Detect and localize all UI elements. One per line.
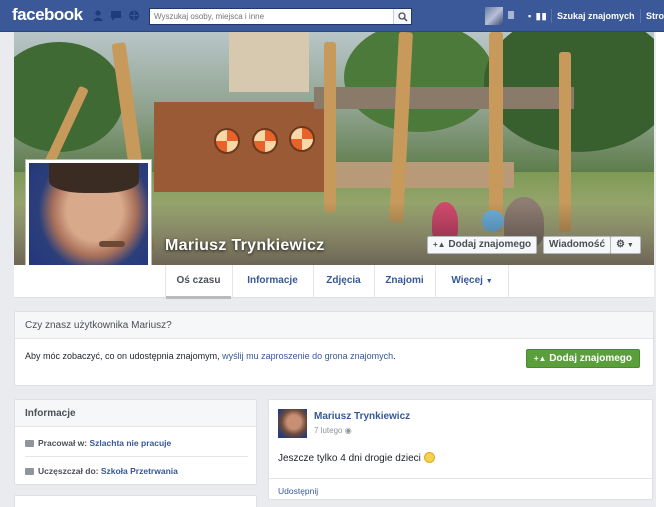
divider — [551, 9, 552, 23]
work-place-link[interactable]: Szlachta nie pracuje — [90, 438, 172, 448]
send-invite-link[interactable]: wyślij mu zaproszenie do grona znajomych — [222, 351, 393, 361]
add-friend-green-label: Dodaj znajomego — [549, 353, 632, 364]
gear-icon: ⚙ — [616, 239, 625, 250]
post-timestamp[interactable]: 7 lutego ◉ — [314, 426, 352, 435]
friend-suggestion-card: Czy znasz użytkownika Mariusz? Aby móc z… — [14, 311, 654, 386]
school-place-link[interactable]: Szkoła Przetrwania — [101, 466, 178, 476]
school-prefix: Uczęszczał do: — [38, 466, 99, 476]
friend-suggestion-text: Aby móc zobaczyć, co on udostępnia znajo… — [25, 350, 445, 363]
share-link[interactable]: Udostępnij — [278, 486, 318, 496]
user-avatar[interactable] — [485, 7, 503, 25]
suggestion-text: Aby móc zobaczyć, co on udostępnia znajo… — [25, 351, 223, 361]
notifications-icon[interactable] — [128, 10, 140, 21]
chevron-down-icon: ▼ — [624, 242, 634, 249]
tab-more[interactable]: Więcej ▼ — [435, 265, 509, 298]
search-icon — [398, 12, 408, 22]
briefcase-icon — [25, 440, 34, 447]
tab-friends[interactable]: Znajomi — [374, 265, 434, 298]
post-author-avatar[interactable] — [278, 409, 307, 438]
divider — [25, 456, 248, 457]
find-friends-link[interactable]: Szukaj znajomych — [557, 11, 635, 21]
school-row: Uczęszczał do: Szkoła Przetrwania — [25, 466, 178, 476]
post-actions: Udostępnij — [269, 478, 652, 503]
add-friend-icon: +▲ — [433, 240, 446, 249]
suggestion-text-end: . — [393, 351, 396, 361]
settings-dropdown[interactable]: ⚙ ▼ — [610, 236, 641, 254]
post-author-name[interactable]: Mariusz Trynkiewicz — [314, 411, 410, 422]
add-friend-green-button[interactable]: +▲ Dodaj znajomego — [525, 349, 640, 368]
add-friend-icon: +▲ — [533, 354, 547, 363]
info-title[interactable]: Informacje — [15, 400, 256, 427]
post-text-content: Jeszcze tylko 4 dni drogie dzieci — [278, 453, 421, 464]
divider — [640, 9, 641, 23]
school-icon — [25, 468, 34, 475]
search-box — [149, 8, 412, 25]
work-prefix: Pracował w: — [38, 438, 88, 448]
messages-icon[interactable] — [110, 10, 122, 21]
tab-timeline[interactable]: Oś czasu — [165, 265, 231, 299]
post-time-text: 7 lutego — [314, 426, 343, 435]
timeline-post: Mariusz Trynkiewicz 7 lutego ◉ Jeszcze t… — [268, 399, 653, 500]
nav-indicator: ▪ ▮▮ — [528, 11, 548, 21]
next-card — [14, 495, 257, 507]
tab-photos[interactable]: Zdjęcia — [313, 265, 373, 298]
profile-tabs: Oś czasu Informacje Zdjęcia Znajomi Więc… — [14, 265, 654, 299]
tab-about[interactable]: Informacje — [232, 265, 312, 298]
work-row: Pracował w: Szlachta nie pracuje — [25, 438, 171, 448]
post-text: Jeszcze tylko 4 dni drogie dzieci — [278, 452, 435, 464]
user-name-link[interactable] — [508, 11, 514, 19]
top-bar: facebook ▪ ▮▮ Szukaj znajomych Stro — [0, 0, 664, 32]
home-link[interactable]: Stro — [646, 11, 664, 21]
search-input[interactable] — [150, 9, 390, 24]
chevron-down-icon: ▼ — [485, 278, 493, 285]
search-button[interactable] — [393, 9, 411, 24]
friend-suggestion-title: Czy znasz użytkownika Mariusz? — [15, 312, 653, 339]
globe-icon: ◉ — [344, 426, 352, 435]
tab-more-label: Więcej — [451, 275, 483, 286]
add-friend-button[interactable]: +▲ Dodaj znajomego — [427, 236, 538, 254]
right-edge — [656, 32, 664, 507]
friend-requests-icon[interactable] — [92, 10, 104, 21]
add-friend-label: Dodaj znajomego — [448, 239, 532, 250]
info-card: Informacje Pracował w: Szlachta nie prac… — [14, 399, 257, 485]
smile-emoji-icon — [423, 452, 435, 463]
facebook-logo[interactable]: facebook — [12, 5, 83, 25]
profile-name[interactable]: Mariusz Trynkiewicz — [165, 237, 325, 255]
message-button[interactable]: Wiadomość — [543, 236, 612, 254]
